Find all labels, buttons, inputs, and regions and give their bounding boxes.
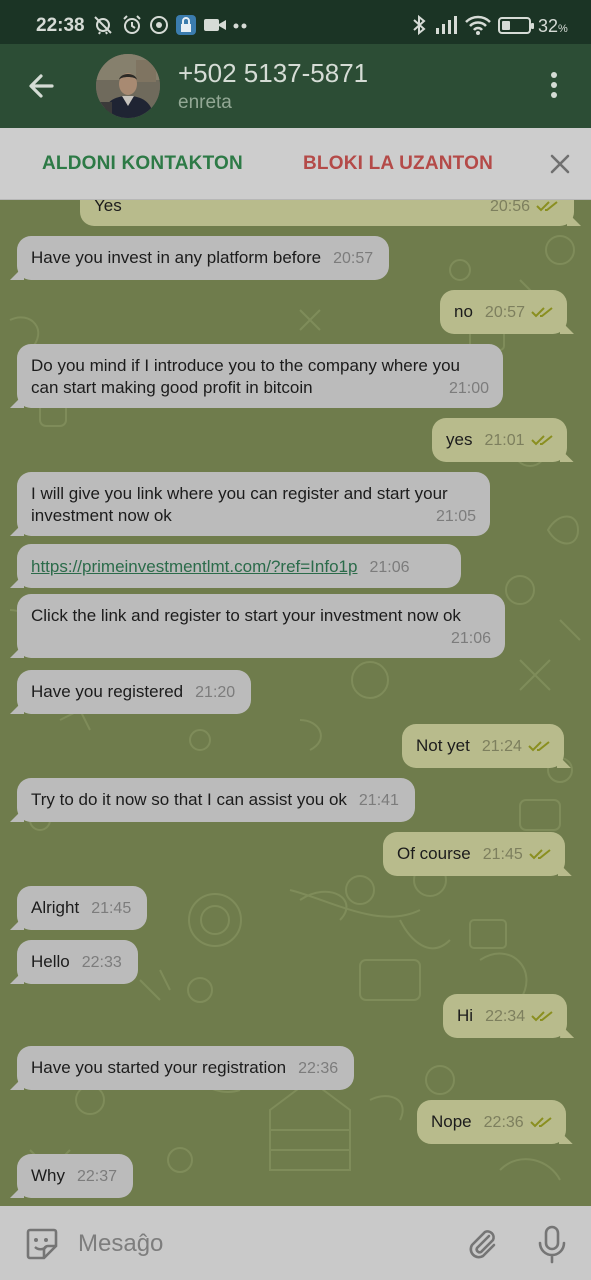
message-incoming[interactable]: Why 22:37 — [17, 1154, 134, 1198]
message-text: Have you invest in any platform before — [31, 248, 322, 267]
message-text: Not yet — [416, 736, 470, 755]
emoji-sticker-icon[interactable] — [24, 1226, 60, 1262]
avatar[interactable] — [96, 54, 160, 118]
message-time: 22:33 — [81, 954, 122, 971]
read-ticks-icon — [536, 201, 558, 212]
message-incoming[interactable]: Have you invest in any platform before 20… — [17, 236, 390, 280]
message-time: 22:36 — [298, 1060, 339, 1077]
message-text: Try to do it now so that I can assist yo… — [31, 790, 347, 809]
message-text: Why — [31, 1166, 65, 1185]
message-time: 20:57 — [333, 250, 374, 267]
add-contact-button[interactable]: ALDONI KONTAKTON — [42, 153, 243, 175]
message-text: Alright — [31, 898, 80, 917]
message-link[interactable]: https://primeinvestmentlmt.com/?ref=Info… — [31, 557, 357, 576]
message-time: 21:06 — [369, 559, 410, 576]
signal-icon — [436, 16, 457, 34]
message-outgoing[interactable]: Nope 22:36 — [417, 1100, 566, 1144]
message-time: 21:45 — [482, 846, 523, 863]
message-incoming[interactable]: Click the link and register to start you… — [17, 594, 505, 658]
message-input-bar: Mesaĝo — [0, 1206, 591, 1280]
avatar-photo — [96, 54, 160, 118]
message-incoming[interactable]: https://primeinvestmentlmt.com/?ref=Info… — [17, 544, 461, 588]
message-text: I will give you link where you can regis… — [31, 484, 448, 525]
vpn-lock-icon — [176, 15, 196, 35]
video-icon — [204, 19, 226, 31]
message-input[interactable]: Mesaĝo — [78, 1230, 163, 1258]
message-time: 21:00 — [448, 380, 489, 397]
contact-status: enreta — [178, 92, 232, 113]
message-time: 21:24 — [481, 738, 522, 755]
message-time: 21:06 — [450, 630, 491, 647]
message-incoming[interactable]: Do you mind if I introduce you to the co… — [17, 344, 503, 408]
message-time: 20:57 — [484, 304, 525, 321]
alarm-off-icon — [94, 16, 112, 35]
close-icon[interactable] — [546, 150, 574, 178]
more-menu-icon[interactable] — [546, 72, 562, 100]
message-text: Nope — [431, 1112, 472, 1131]
message-outgoing[interactable]: Yes 20:56 — [80, 200, 574, 226]
read-ticks-icon — [528, 741, 550, 752]
message-text: no — [454, 302, 473, 321]
message-text: Have you started your registration — [31, 1058, 287, 1077]
message-text: Hi — [457, 1006, 474, 1025]
block-user-button[interactable]: BLOKI LA UZANTON — [303, 153, 493, 175]
read-ticks-icon — [529, 1117, 552, 1128]
read-ticks-icon — [531, 1011, 553, 1022]
status-time: 22:38 — [36, 15, 85, 36]
message-time: 21:20 — [195, 684, 236, 701]
message-time: 21:41 — [358, 792, 399, 809]
message-text: Hello — [31, 952, 70, 971]
message-time: 22:37 — [77, 1168, 118, 1185]
wifi-icon — [465, 15, 491, 35]
chat-area[interactable]: Yes 20:56 Have you invest in any platfor… — [0, 200, 591, 1206]
bluetooth-icon — [413, 14, 426, 36]
message-incoming[interactable]: Try to do it now so that I can assist yo… — [17, 778, 415, 822]
nfc-icon — [150, 16, 168, 34]
message-time: 21:01 — [484, 432, 525, 449]
message-incoming[interactable]: Alright 21:45 — [17, 886, 148, 930]
message-time: 21:05 — [435, 508, 476, 525]
read-ticks-icon — [529, 849, 551, 860]
back-arrow-icon[interactable] — [24, 68, 60, 104]
message-text: Have you registered — [31, 682, 184, 701]
message-incoming[interactable]: Have you registered 21:20 — [17, 670, 252, 714]
message-time: 21:45 — [91, 900, 132, 917]
battery-icon — [498, 17, 534, 34]
microphone-icon[interactable] — [534, 1224, 570, 1264]
message-time: 22:34 — [485, 1008, 526, 1025]
message-outgoing[interactable]: Not yet 21:24 — [402, 724, 564, 768]
attach-icon[interactable] — [464, 1226, 500, 1262]
more-dots-icon — [233, 23, 247, 29]
message-text: Of course — [397, 844, 471, 863]
message-outgoing[interactable]: Of course 21:45 — [383, 832, 565, 876]
message-outgoing[interactable]: yes 21:01 — [432, 418, 567, 462]
message-text: yes — [446, 430, 473, 449]
message-incoming[interactable]: Have you started your registration 22:36 — [17, 1046, 355, 1090]
message-text: Do you mind if I introduce you to the co… — [31, 356, 461, 397]
battery-percent: 32% — [538, 16, 568, 36]
message-incoming[interactable]: I will give you link where you can regis… — [17, 472, 490, 536]
contact-name[interactable]: +502 5137-5871 — [178, 58, 368, 89]
chat-header: +502 5137-5871 enreta — [0, 44, 591, 128]
message-outgoing[interactable]: Hi 22:34 — [443, 994, 568, 1038]
message-time: 20:56 — [489, 200, 530, 215]
status-bar: 22:38 32% — [0, 0, 591, 44]
alarm-icon — [123, 15, 141, 34]
read-ticks-icon — [531, 307, 553, 318]
contact-action-bar: ALDONI KONTAKTON BLOKI LA UZANTON — [0, 128, 591, 200]
message-time: 22:36 — [483, 1114, 524, 1131]
message-outgoing[interactable]: no 20:57 — [440, 290, 567, 334]
message-incoming[interactable]: Hello 22:33 — [17, 940, 138, 984]
read-ticks-icon — [530, 435, 553, 446]
message-text: Yes — [94, 200, 122, 215]
message-text: Click the link and register to start you… — [31, 606, 461, 625]
